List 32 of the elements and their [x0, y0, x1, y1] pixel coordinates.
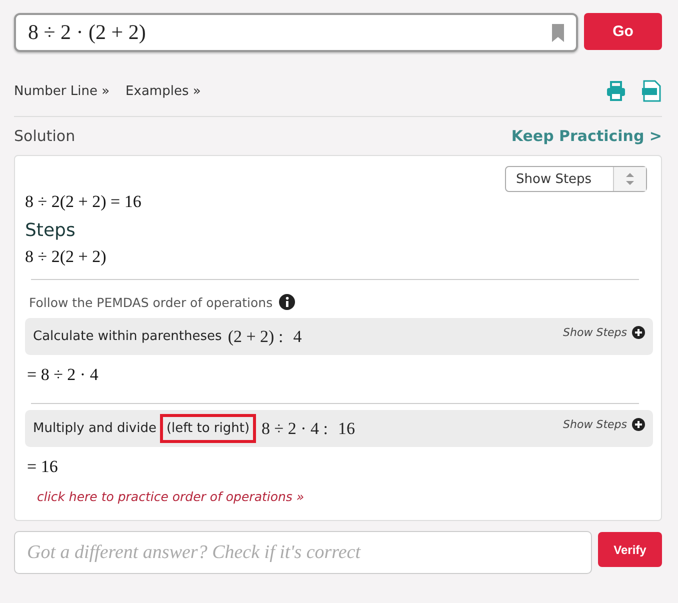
verify-button[interactable]: Verify	[598, 532, 662, 567]
step-value: 16	[338, 418, 356, 438]
printer-icon[interactable]	[606, 81, 626, 101]
go-button[interactable]: Go	[584, 13, 662, 50]
step-text: Calculate within parentheses	[33, 329, 222, 344]
step-value: 4	[293, 326, 302, 346]
info-icon[interactable]	[278, 294, 295, 310]
answer-field[interactable]: Got a different answer? Check if it's correct	[14, 531, 592, 574]
steps-heading: Steps	[25, 220, 76, 241]
pdf-icon[interactable]	[642, 80, 662, 102]
plus-icon[interactable]	[632, 418, 645, 431]
step-expression: (2 + 2) :	[228, 326, 284, 346]
search-field[interactable]: 8 ÷ 2 · (2 + 2)	[14, 13, 578, 52]
bookmark-icon[interactable]	[552, 24, 564, 42]
sort-arrows-icon	[626, 173, 634, 185]
problem-expression: 8 ÷ 2(2 + 2)	[25, 247, 106, 267]
step-result: = 8 ÷ 2 · 4	[26, 364, 100, 386]
answer-expression: 8 ÷ 2(2 + 2) = 16	[25, 192, 142, 212]
step-result: = 16	[26, 456, 59, 478]
rule-text: Follow the PEMDAS order of operations	[29, 294, 273, 310]
show-steps-link[interactable]: Show Steps	[563, 418, 627, 431]
plus-icon[interactable]	[632, 326, 645, 339]
highlight-box: (left to right)	[160, 414, 256, 443]
section-title: Solution	[14, 127, 76, 145]
practice-link[interactable]: click here to practice order of operations »	[37, 489, 304, 504]
show-steps-select[interactable]: Show Steps	[505, 166, 647, 192]
nav-link[interactable]: Examples »	[126, 84, 201, 98]
keep-practicing-link[interactable]: Keep Practicing >	[511, 127, 662, 145]
step-text: Multiply and divide	[33, 421, 156, 436]
nav-link[interactable]: Number Line »	[14, 84, 110, 98]
step-expression: 8 ÷ 2 · 4 :	[262, 418, 328, 438]
show-steps-link[interactable]: Show Steps	[563, 326, 627, 339]
